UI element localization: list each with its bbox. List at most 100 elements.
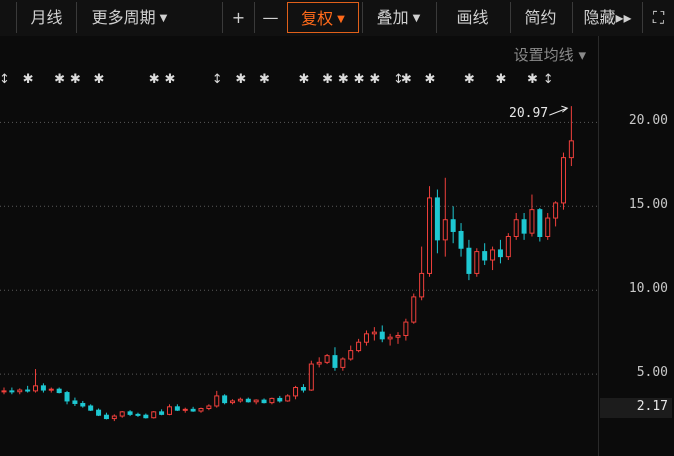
- candle-body: [103, 414, 109, 420]
- toolbar-button-7[interactable]: 画线: [436, 2, 508, 33]
- candle-body: [119, 411, 125, 417]
- candle-body: [206, 405, 212, 409]
- candle: [379, 325, 385, 343]
- candle-body: [40, 385, 46, 391]
- candle: [387, 333, 393, 346]
- toolbar-button-6[interactable]: 叠加 ▼: [362, 2, 434, 33]
- candle-body: [308, 363, 314, 391]
- candle-body: [427, 197, 433, 274]
- candle-body: [474, 251, 480, 274]
- candle-body: [25, 389, 31, 392]
- candle: [17, 388, 23, 395]
- toolbar-button-label: +: [231, 8, 246, 27]
- candle: [490, 246, 496, 271]
- candle: [497, 239, 503, 264]
- candle-body: [33, 385, 39, 392]
- candle-body: [174, 406, 180, 411]
- toolbar-button-label: 简约: [524, 8, 557, 27]
- candle: [348, 345, 354, 361]
- candle: [269, 397, 275, 405]
- candle: [419, 246, 425, 301]
- candle-body: [450, 219, 456, 232]
- candle: [25, 385, 31, 393]
- candle-body: [395, 335, 401, 338]
- candle: [40, 383, 46, 393]
- candle-body: [277, 397, 283, 402]
- candle-body: [324, 355, 330, 363]
- toolbar-button-8[interactable]: 简约: [510, 2, 570, 33]
- candle-body: [285, 395, 291, 402]
- candle-body: [545, 217, 551, 238]
- candle: [293, 385, 299, 400]
- candle: [513, 213, 519, 240]
- candle-body: [151, 411, 157, 419]
- candle-body: [166, 406, 172, 415]
- candle-body: [198, 407, 204, 412]
- candle: [545, 213, 551, 240]
- candle-body: [434, 197, 440, 241]
- candle-body: [182, 408, 188, 411]
- candle: [474, 248, 480, 277]
- toolbar-button-label: ⛶: [652, 8, 665, 27]
- toolbar-button-2[interactable]: 更多周期 ▼: [76, 2, 182, 33]
- candle-body: [17, 389, 23, 393]
- candle: [253, 399, 259, 405]
- candle: [190, 406, 196, 412]
- candle: [88, 404, 94, 412]
- candle: [237, 397, 243, 403]
- candle: [64, 390, 70, 405]
- candle-body: [230, 400, 236, 404]
- toolbar-button-5[interactable]: 复权 ▼: [287, 2, 359, 33]
- candle-body: [80, 402, 86, 407]
- toolbar-button-4[interactable]: —: [254, 2, 286, 33]
- candle: [96, 408, 102, 417]
- candle: [450, 206, 456, 244]
- max-price-arrow-icon: [549, 105, 569, 116]
- candle: [466, 239, 472, 281]
- candle-body: [111, 415, 117, 420]
- candle-body: [363, 333, 369, 343]
- candle-body: [442, 219, 448, 241]
- candle: [159, 409, 165, 416]
- candle-body: [560, 157, 566, 204]
- candle: [285, 394, 291, 402]
- toolbar-button-10[interactable]: ⛶: [642, 2, 674, 33]
- toolbar-button-0[interactable]: [0, 2, 16, 33]
- candle-body: [379, 331, 385, 340]
- candle: [135, 412, 141, 417]
- candle: [214, 390, 220, 408]
- candle-body: [269, 397, 275, 404]
- candle-body: [222, 395, 228, 404]
- candle-body: [9, 390, 15, 393]
- candle: [568, 106, 574, 167]
- candle: [316, 357, 322, 368]
- candle: [340, 357, 346, 371]
- candle: [151, 411, 157, 419]
- toolbar-button-9[interactable]: 隐藏▸▸: [572, 2, 642, 33]
- candle-body: [48, 388, 54, 391]
- candle: [553, 201, 559, 227]
- candle: [103, 412, 109, 420]
- candle: [482, 243, 488, 266]
- candle: [166, 404, 172, 416]
- toolbar-button-1[interactable]: 月线: [16, 2, 76, 33]
- candle: [434, 189, 440, 254]
- candle: [363, 330, 369, 346]
- candle: [80, 400, 86, 408]
- caret-down-icon: ▼: [412, 13, 421, 24]
- candle: [222, 394, 228, 405]
- candle: [245, 397, 251, 403]
- candle-body: [419, 272, 425, 298]
- y-tick-label: 10.00: [628, 281, 668, 297]
- candle: [403, 318, 409, 341]
- candlestick-chart: [0, 105, 598, 422]
- toolbar-button-3[interactable]: +: [222, 2, 254, 33]
- candle-body: [316, 361, 322, 365]
- candle: [300, 384, 306, 393]
- candle-body: [340, 358, 346, 368]
- candle-body: [490, 249, 496, 261]
- toolbar-button-label: 复权: [301, 9, 334, 28]
- caret-down-icon: ▼: [159, 13, 168, 24]
- max-price-label: 20.97: [509, 106, 549, 121]
- price-axis-divider: [598, 36, 599, 456]
